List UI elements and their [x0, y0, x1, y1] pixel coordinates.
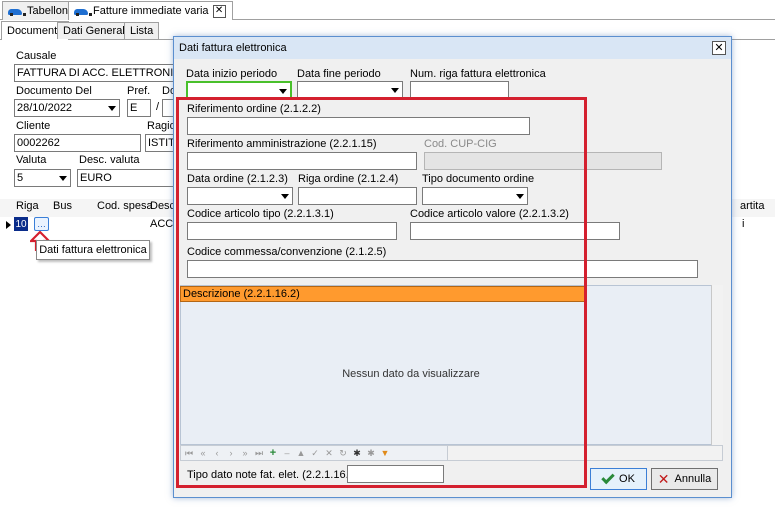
num-riga-label: Num. riga fattura elettronica — [410, 68, 546, 80]
close-tab-icon[interactable]: ✕ — [212, 4, 226, 18]
col-partita[interactable]: artita — [740, 200, 764, 212]
col-cod-spesa[interactable]: Cod. spesa — [97, 200, 153, 212]
cancel-x-icon: ✕ — [657, 471, 670, 487]
tooltip: Dati fattura elettronica — [36, 240, 150, 260]
col-riga[interactable]: Riga — [16, 200, 39, 212]
tab-label: Dati Generali — [63, 25, 128, 37]
documento-del-label: Documento Del — [16, 85, 92, 97]
ok-button[interactable]: OK — [590, 468, 647, 490]
documento-del-combo[interactable]: 28/10/2022 — [14, 99, 120, 117]
annulla-button[interactable]: ✕ Annulla — [651, 468, 718, 490]
dialog-title-bar: Dati fattura elettronica — [174, 37, 731, 59]
data-inizio-label: Data inizio periodo — [186, 68, 278, 80]
dialog-title: Dati fattura elettronica — [179, 42, 287, 54]
tab-label: Lista — [130, 25, 154, 37]
ragione-field[interactable]: ISTITU — [145, 134, 175, 152]
col-bus[interactable]: Bus — [53, 200, 72, 212]
slash-separator: / — [156, 101, 160, 113]
row-riga-cell[interactable]: 10 — [14, 217, 28, 231]
dropdown-arrow-icon — [108, 106, 116, 111]
highlight-box — [176, 97, 587, 488]
causale-label: Causale — [16, 50, 57, 62]
combo-value: 5 — [17, 172, 24, 184]
dropdown-arrow-icon — [391, 88, 399, 93]
pref-label: Pref. — [127, 85, 151, 97]
causale-field[interactable]: FATTURA DI ACC. ELETTRONICA SP — [14, 64, 176, 82]
car-icon — [7, 7, 26, 16]
tab-dati-generali[interactable]: Dati Generali — [57, 22, 134, 39]
row-right-cell[interactable]: i — [742, 218, 744, 230]
button-label: Annulla — [674, 473, 712, 485]
dati-fattura-button[interactable]: … — [34, 217, 49, 231]
combo-value: 28/10/2022 — [17, 102, 73, 114]
cliente-label: Cliente — [16, 120, 51, 132]
checkmark-icon — [601, 470, 615, 485]
tab-lista[interactable]: Lista — [124, 22, 160, 39]
car-icon — [73, 7, 92, 16]
current-row-indicator-icon — [6, 221, 11, 229]
vertical-scrollbar[interactable] — [711, 285, 723, 445]
tab-label: Fatture immediate varia — [93, 5, 209, 17]
button-label: OK — [619, 473, 635, 485]
dropdown-arrow-icon — [279, 89, 287, 94]
pref-field[interactable]: E — [127, 99, 151, 117]
desc-valuta-field[interactable]: EURO — [77, 169, 176, 187]
valuta-combo[interactable]: 5 — [14, 169, 71, 187]
data-fine-label: Data fine periodo — [297, 68, 381, 80]
close-icon[interactable]: ✕ — [712, 41, 726, 55]
cliente-field[interactable]: 0002262 — [14, 134, 141, 152]
dropdown-arrow-icon — [59, 176, 67, 181]
tab-fatture-immediate[interactable]: Fatture immediate varia ✕ — [68, 1, 233, 20]
valuta-label: Valuta — [16, 154, 47, 166]
tab-label: Documento — [7, 25, 64, 37]
desc-valuta-label: Desc. valuta — [79, 154, 140, 166]
